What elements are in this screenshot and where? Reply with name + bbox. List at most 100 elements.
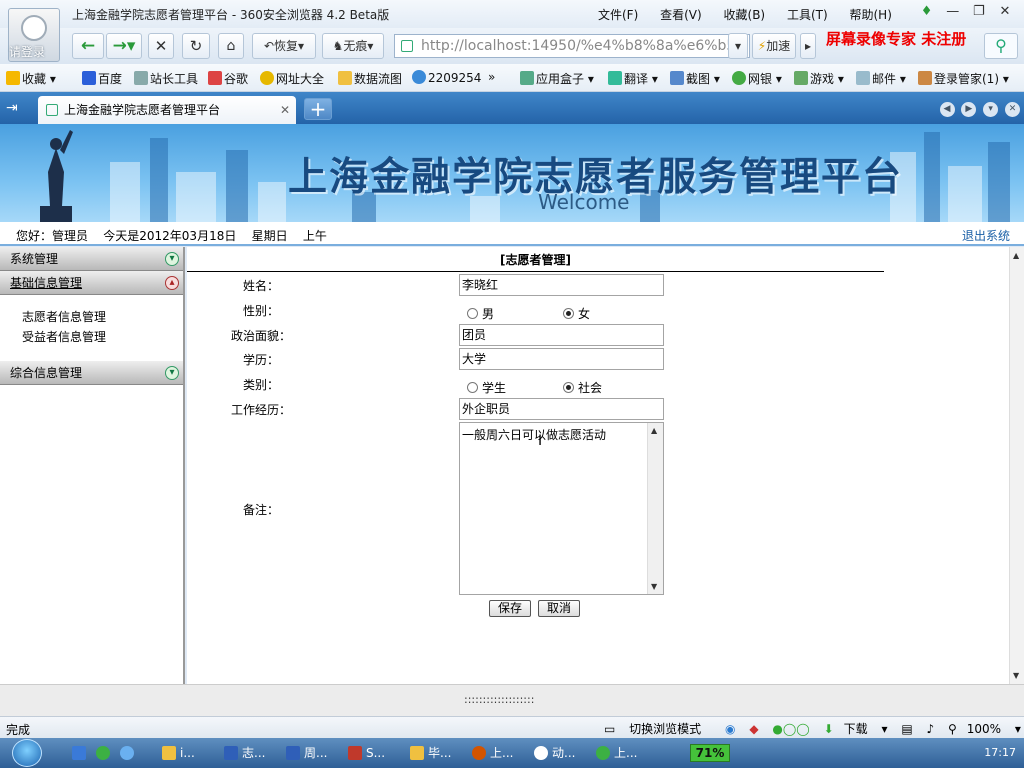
taskbar-task[interactable]: 上... <box>470 743 513 765</box>
system-clock[interactable]: 17:17 <box>984 746 1016 759</box>
fav-translate[interactable]: 翻译 ▾ <box>608 70 658 87</box>
expand-icon[interactable]: ▾ <box>165 366 179 380</box>
menu-file[interactable]: 文件(F) <box>598 8 638 22</box>
menu-view[interactable]: 查看(V) <box>660 8 702 22</box>
gender-male-radio[interactable]: 男 <box>467 305 494 322</box>
switch-mode-button[interactable]: ▭ 切换浏览模式 <box>604 722 711 736</box>
fav-online-banking[interactable]: 网银 ▾ <box>732 70 782 87</box>
scroll-down-icon[interactable]: ▼ <box>1013 671 1019 680</box>
menu-help[interactable]: 帮助(H) <box>849 8 891 22</box>
fav-app-box[interactable]: 应用盒子 ▾ <box>520 70 594 87</box>
minimize-button[interactable]: — <box>942 4 964 19</box>
banner-welcome: Welcome <box>538 190 630 214</box>
cancel-button[interactable]: 取消 <box>538 600 580 617</box>
banner-building <box>988 142 1010 222</box>
tab-close-all-icon[interactable]: ✕ <box>1005 102 1020 117</box>
save-button[interactable]: 保存 <box>489 600 531 617</box>
address-dropdown-button[interactable]: ▾ <box>728 33 748 59</box>
new-tab-button[interactable]: + <box>304 98 332 120</box>
sound-icon[interactable]: ♪ <box>926 722 934 736</box>
sidebar-toggle-icon[interactable]: ⇥ <box>6 100 18 116</box>
fav-webmaster-tools[interactable]: 站长工具 <box>134 70 198 87</box>
taskbar-task[interactable]: 志... <box>222 743 265 765</box>
fav-baidu[interactable]: 百度 <box>82 70 122 87</box>
tab-scroll-left-icon[interactable]: ◀ <box>939 102 955 117</box>
splitter-handle[interactable]: ::::::::::::::::::: <box>464 693 534 706</box>
logout-link[interactable]: 退出系统 <box>962 227 1010 244</box>
tools-icon[interactable]: ▤ <box>901 722 912 736</box>
sidebar-section-system[interactable]: 系统管理 ▾ <box>0 247 183 271</box>
tab-scroll-right-icon[interactable]: ▶ <box>961 102 977 117</box>
name-input[interactable]: 李晓红 <box>459 274 664 296</box>
fav-games[interactable]: 游戏 ▾ <box>794 70 844 87</box>
taskbar-task[interactable]: S... <box>346 743 385 765</box>
forward-button[interactable]: →▾ <box>106 33 142 59</box>
page-scrollbar[interactable]: ▲ ▼ <box>1009 247 1024 684</box>
taskbar-quicklaunch[interactable] <box>118 743 138 765</box>
close-tab-icon[interactable]: ✕ <box>280 96 290 124</box>
category-society-radio[interactable]: 社会 <box>563 379 602 396</box>
expand-icon[interactable]: ▾ <box>165 252 179 266</box>
remark-scrollbar[interactable]: ▲ ▼ <box>647 423 663 594</box>
political-input[interactable]: 团员 <box>459 324 664 346</box>
toolbar-more-button[interactable]: ▸ <box>800 33 816 59</box>
taskbar-task[interactable]: i... <box>160 743 195 765</box>
skin-icon[interactable]: ♦ <box>916 4 938 19</box>
favorites-menu[interactable]: 收藏 ▾ <box>6 70 56 87</box>
refresh-button[interactable]: ↻ <box>182 33 210 59</box>
search-icon[interactable]: ⚲ <box>984 33 1018 59</box>
remark-textarea[interactable]: 一般周六日可以做志愿活动 ▲ ▼ <box>459 422 664 595</box>
taskbar-task[interactable]: 上... <box>594 743 637 765</box>
security-icon[interactable]: ◆ <box>749 722 758 736</box>
login-avatar[interactable]: 请登录 <box>8 8 60 62</box>
fav-data-flow[interactable]: 数据流图 <box>338 70 402 87</box>
collapse-icon[interactable]: ▴ <box>165 276 179 290</box>
education-input[interactable]: 大学 <box>459 348 664 370</box>
sidebar-item-beneficiary-info[interactable]: 受益者信息管理 <box>22 327 183 347</box>
menu-favorites[interactable]: 收藏(B) <box>724 8 766 22</box>
fav-screenshot[interactable]: 截图 ▾ <box>670 70 720 87</box>
taskbar-quicklaunch[interactable] <box>94 743 114 765</box>
work-input[interactable]: 外企职员 <box>459 398 664 420</box>
gender-female-radio[interactable]: 女 <box>563 305 590 322</box>
stop-button[interactable]: ✕ <box>148 33 174 59</box>
fav-login-manager[interactable]: 登录管家(1) ▾ <box>918 70 1009 87</box>
download-button[interactable]: ⬇ 下载 ▾ <box>824 722 888 736</box>
ie-icon <box>412 70 426 84</box>
sidebar-item-volunteer-info[interactable]: 志愿者信息管理 <box>22 307 183 327</box>
fav-google[interactable]: 谷歌 <box>208 70 248 87</box>
scroll-up-icon[interactable]: ▲ <box>1013 251 1019 260</box>
home-button[interactable]: ⌂ <box>218 33 244 59</box>
menu-tools[interactable]: 工具(T) <box>787 8 828 22</box>
taskbar-task[interactable]: 毕... <box>408 743 451 765</box>
tab-active[interactable]: 上海金融学院志愿者管理平台 ✕ <box>38 96 296 124</box>
fav-2209254[interactable]: 2209254 <box>412 70 481 85</box>
back-button[interactable]: ← <box>72 33 104 59</box>
accelerate-button[interactable]: ⚡加速 <box>752 33 796 59</box>
start-button[interactable] <box>12 739 42 767</box>
taskbar-task[interactable]: 周... <box>284 743 327 765</box>
tab-list-icon[interactable]: ▾ <box>983 102 999 117</box>
favorites-overflow[interactable]: » <box>488 70 495 84</box>
fav-url-directory[interactable]: 网址大全 <box>260 70 324 87</box>
maximize-button[interactable]: ❐ <box>968 4 990 19</box>
toggle-icon[interactable]: ●◯◯ <box>772 722 809 736</box>
scroll-down-icon[interactable]: ▼ <box>651 582 657 591</box>
taskbar-task[interactable]: 动... <box>532 743 575 765</box>
address-bar[interactable]: http://localhost:14950/%e4%b8%8a%e6%b5%9 <box>394 34 750 58</box>
fav-mail[interactable]: 邮件 ▾ <box>856 70 906 87</box>
close-window-button[interactable]: ✕ <box>994 4 1016 19</box>
ie-mode-icon[interactable]: ◉ <box>725 722 735 736</box>
app-box-icon <box>520 71 534 85</box>
zoom-control[interactable]: ⚲ 100% ▾ <box>948 722 1021 736</box>
incognito-button[interactable]: ♞无痕▾ <box>322 33 384 59</box>
battery-indicator: 71% <box>690 744 730 762</box>
banner-building <box>226 150 248 222</box>
taskbar-quicklaunch[interactable] <box>70 743 90 765</box>
sidebar-section-comprehensive[interactable]: 综合信息管理 ▾ <box>0 361 183 385</box>
restore-button[interactable]: ↶恢复▾ <box>252 33 316 59</box>
frame-splitter[interactable]: ::::::::::::::::::: <box>0 684 1024 716</box>
category-student-radio[interactable]: 学生 <box>467 379 506 396</box>
scroll-up-icon[interactable]: ▲ <box>651 426 657 435</box>
sidebar-section-basic-info[interactable]: 基础信息管理 ▴ <box>0 271 183 295</box>
